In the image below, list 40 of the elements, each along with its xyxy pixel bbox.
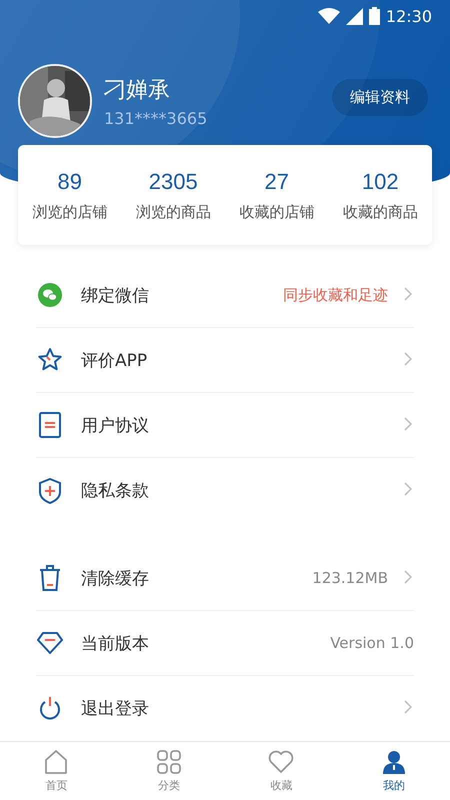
- menu-item-value: Version 1.0: [330, 634, 414, 652]
- stat-label[interactable]: 收藏的商品: [342, 202, 418, 222]
- edit-profile-button[interactable]: 编辑资料: [332, 78, 428, 116]
- stat-label[interactable]: 浏览的店铺: [32, 202, 108, 222]
- heart-icon: [268, 750, 294, 774]
- person-icon: [382, 750, 406, 774]
- star-icon: [37, 347, 63, 373]
- menu-item-value: 同步收藏和足迹: [283, 286, 388, 304]
- battery-icon: [368, 7, 380, 25]
- stat-count[interactable]: 27: [264, 168, 289, 194]
- stat-count[interactable]: 89: [58, 168, 82, 194]
- phone-number: 131****3665: [104, 108, 208, 128]
- tab[interactable]: 我的: [338, 742, 450, 800]
- stat-label[interactable]: 浏览的商品: [136, 202, 211, 222]
- shield-icon: [39, 478, 61, 504]
- menu-item-value: 123.12MB: [312, 569, 388, 587]
- menu-item[interactable]: 评价APP: [36, 328, 414, 393]
- signal-icon: [346, 8, 363, 24]
- menu-item[interactable]: 用户协议: [36, 393, 414, 458]
- user-name: 刁婵承: [104, 76, 170, 104]
- menu-item[interactable]: 退出登录: [36, 676, 414, 741]
- chat-bubbles-icon: [38, 283, 62, 307]
- clock-time: 12:30: [386, 6, 432, 26]
- menu-item[interactable]: 当前版本 Version 1.0: [36, 611, 414, 676]
- stat-count[interactable]: 102: [362, 168, 399, 194]
- tab[interactable]: 分类: [112, 742, 225, 800]
- grid-icon: [156, 750, 181, 774]
- power-icon: [37, 696, 63, 722]
- menu-item[interactable]: 绑定微信 同步收藏和足迹: [36, 263, 414, 328]
- diamond-icon: [37, 632, 63, 654]
- house-icon: [44, 750, 68, 774]
- trash-icon: [39, 565, 61, 591]
- menu-item[interactable]: 隐私条款: [36, 458, 414, 523]
- tab[interactable]: 收藏: [225, 742, 338, 800]
- stat-label[interactable]: 收藏的店铺: [239, 202, 314, 222]
- document-icon: [39, 412, 61, 438]
- tab[interactable]: 首页: [0, 742, 112, 800]
- menu-item[interactable]: 清除缓存 123.12MB: [36, 546, 414, 611]
- wifi-icon: [318, 8, 340, 24]
- stat-count[interactable]: 2305: [148, 168, 198, 194]
